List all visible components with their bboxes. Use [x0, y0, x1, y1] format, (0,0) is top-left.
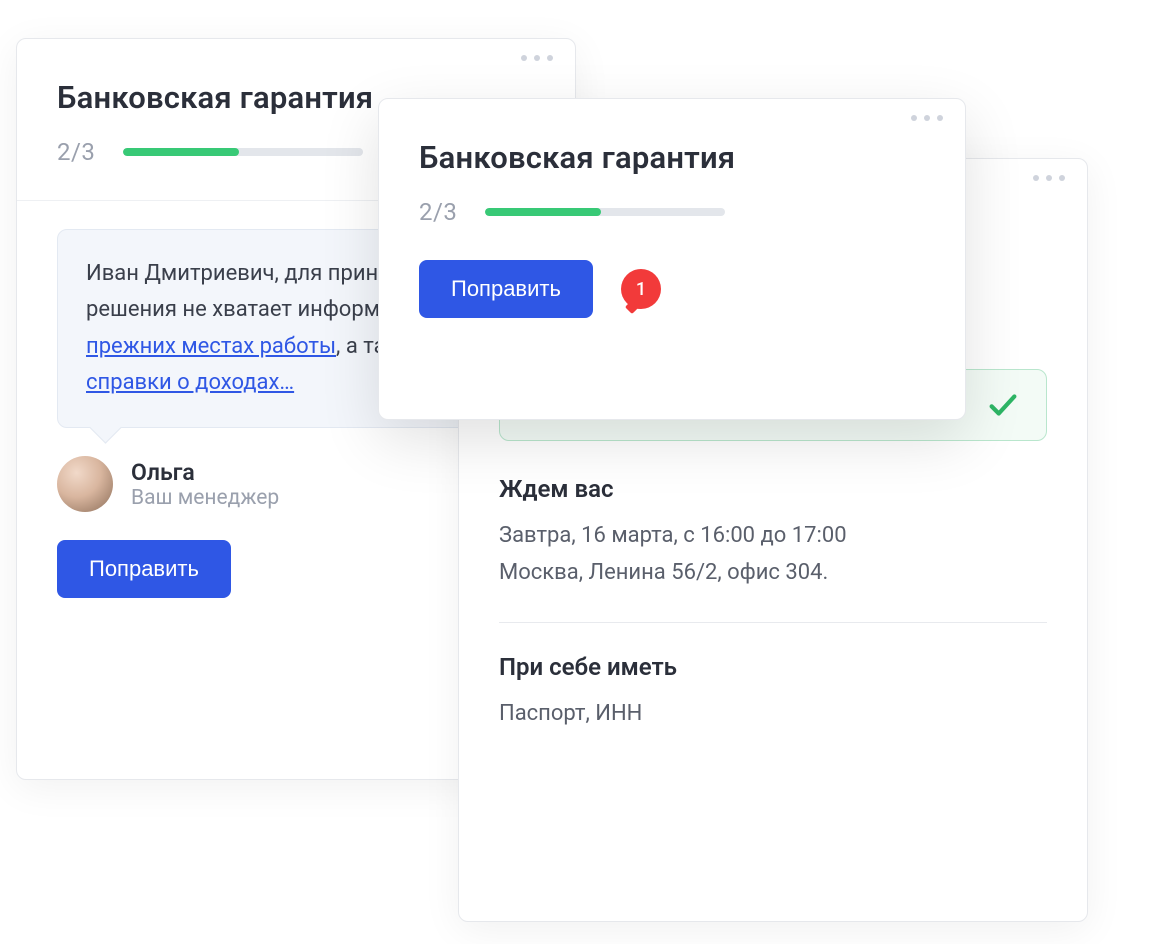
divider	[499, 622, 1047, 623]
notification-count: 1	[636, 279, 646, 300]
card-bank-guarantee-compact: Банковская гарантия 2/3 Поправить 1	[378, 98, 966, 420]
progress-bar	[123, 148, 363, 156]
more-icon[interactable]	[1033, 175, 1065, 181]
link-previous-jobs[interactable]: прежних местах работы	[86, 334, 336, 359]
more-icon[interactable]	[911, 115, 943, 121]
avatar	[57, 456, 113, 512]
progress-bar	[485, 208, 725, 216]
progress-row: 2/3	[419, 198, 925, 226]
progress-label: 2/3	[57, 138, 95, 166]
wait-address: Москва, Ленина 56/2, офис 304.	[499, 554, 1047, 591]
bring-text: Паспорт, ИНН	[499, 695, 1047, 732]
manager-name: Ольга	[131, 459, 279, 486]
notification-badge[interactable]: 1	[621, 269, 661, 309]
wait-title: Ждем вас	[499, 475, 1047, 503]
fix-button[interactable]: Поправить	[57, 540, 231, 598]
card-title: Банковская гарантия	[419, 139, 925, 176]
manager-role: Ваш менеджер	[131, 486, 279, 510]
check-icon	[986, 388, 1020, 422]
wait-datetime: Завтра, 16 марта, с 16:00 до 17:00	[499, 517, 1047, 554]
fix-button[interactable]: Поправить	[419, 260, 593, 318]
link-income-certificate[interactable]: справки о доходах…	[86, 370, 294, 395]
more-icon[interactable]	[521, 55, 553, 61]
bring-title: При себе иметь	[499, 653, 1047, 681]
progress-label: 2/3	[419, 198, 457, 226]
